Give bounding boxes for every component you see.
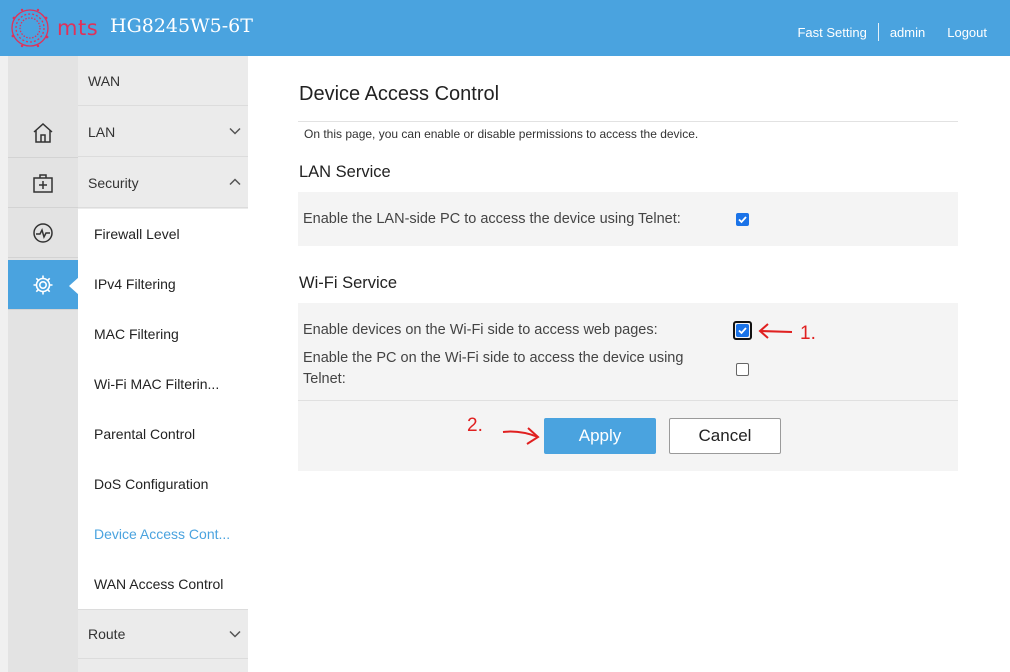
wifi-telnet-label-line1: Enable the PC on the Wi-Fi side to acces… [303,350,684,366]
top-nav: Fast Setting admin Logout [786,23,998,41]
nav-divider [877,23,879,41]
submenu-wifi-mac-filtering[interactable]: Wi-Fi MAC Filterin... [78,359,248,409]
submenu-dos-configuration[interactable]: DoS Configuration [78,459,248,509]
submenu-ipv4-filtering[interactable]: IPv4 Filtering [78,259,248,309]
menu-item-label: Route [88,626,126,642]
checkmark-icon [738,327,747,335]
chevron-down-icon [229,630,241,638]
brand-name: mts [57,16,99,40]
logout-link[interactable]: Logout [936,25,998,40]
main-content: Device Access Control On this page, you … [248,56,1010,672]
submenu-parental-control[interactable]: Parental Control [78,409,248,459]
menu-item-lan[interactable]: LAN [78,107,248,157]
apply-button[interactable]: Apply [544,418,656,454]
wifi-web-checkbox[interactable] [736,324,749,337]
device-model: HG8245W5-6T [110,15,253,37]
page-title: Device Access Control [299,83,500,105]
home-button[interactable] [8,108,78,158]
title-divider [298,121,958,122]
wifi-web-label: Enable devices on the Wi-Fi side to acce… [303,322,658,338]
advanced-settings-button[interactable] [8,260,79,310]
gear-icon [33,275,53,294]
menu-item-wan[interactable]: WAN [78,56,248,106]
submenu-mac-filtering[interactable]: MAC Filtering [78,309,248,359]
chevron-down-icon [229,127,241,135]
submenu-device-access-control[interactable]: Device Access Cont... [78,509,248,559]
lan-telnet-checkbox[interactable] [736,213,749,226]
wifi-service-title: Wi-Fi Service [299,274,398,292]
wifi-telnet-label-line2: Telnet: [303,371,346,387]
top-header: mts HG8245W5-6T Fast Setting admin Logou… [0,0,1010,56]
admin-link[interactable]: admin [879,25,936,40]
submenu-firewall-level[interactable]: Firewall Level [78,209,248,259]
fast-setting-link[interactable]: Fast Setting [786,25,877,40]
menu-item-label: Security [88,174,139,191]
lan-telnet-label: Enable the LAN-side PC to access the dev… [303,211,681,227]
panel-divider [298,400,958,401]
settings-menu: WAN LAN Security Firewall Level IPv4 Fil… [78,56,248,672]
lan-service-title: LAN Service [299,163,391,181]
wifi-telnet-checkbox[interactable] [736,363,749,376]
diagnostics-button[interactable] [8,158,78,208]
icon-sidebar [8,56,79,672]
step-one-label: 1. [800,323,816,344]
wifi-telnet-label: Enable the PC on the Wi-Fi side to acces… [303,348,683,390]
checkmark-icon [738,216,747,224]
home-icon [33,122,53,143]
lan-service-panel: Enable the LAN-side PC to access the dev… [298,192,958,246]
menu-item-label: LAN [88,123,116,140]
pulse-monitor-icon [33,222,53,243]
menu-item-route[interactable]: Route [78,609,248,659]
annotation-arrow-icon [502,427,540,445]
mts-logo-icon [11,8,49,48]
medical-kit-icon [33,173,53,193]
annotation-arrow-icon [758,323,793,339]
cancel-button[interactable]: Cancel [669,418,781,454]
submenu-wan-access-control[interactable]: WAN Access Control [78,559,248,609]
menu-item-security[interactable]: Security [78,158,248,208]
step-two-label: 2. [467,415,483,436]
menu-item-label: WAN [88,72,121,89]
chevron-up-icon [229,178,241,186]
status-button[interactable] [8,208,78,258]
page-description: On this page, you can enable or disable … [304,127,699,141]
